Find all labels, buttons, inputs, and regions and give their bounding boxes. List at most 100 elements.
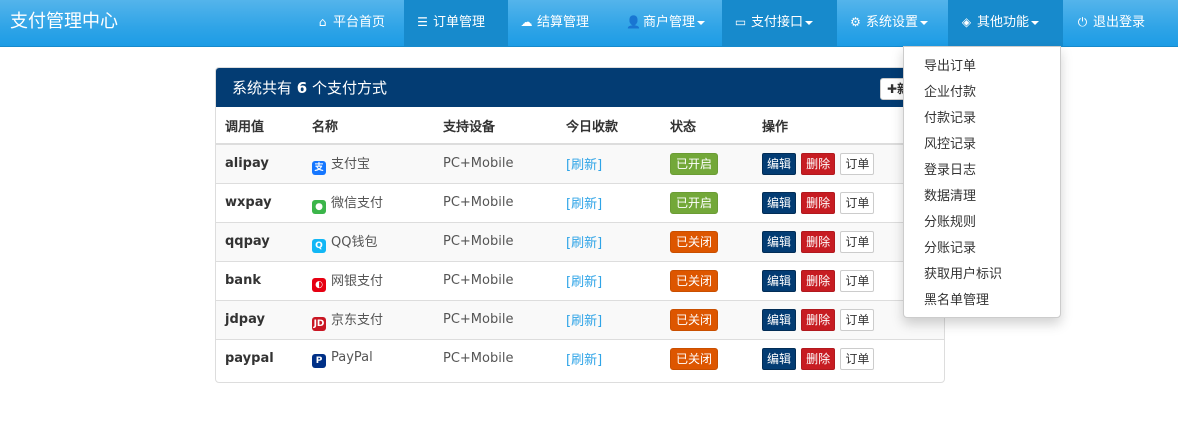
orders-button[interactable]: 订单 xyxy=(840,269,875,292)
orders-button[interactable]: 订单 xyxy=(840,152,875,175)
status-cell: 已关闭 xyxy=(661,260,753,300)
status-cell: 已开启 xyxy=(661,143,753,183)
refresh-link[interactable]: [刷新] xyxy=(566,314,602,329)
status-toggle[interactable]: 已开启 xyxy=(670,152,719,175)
payment-device: PC+Mobile xyxy=(434,182,557,222)
panel-heading: 系统共有 6 个支付方式 ✚新 xyxy=(216,68,944,107)
refresh-link[interactable]: [刷新] xyxy=(566,353,602,368)
payment-code: bank xyxy=(216,260,303,300)
payment-name: PayPal xyxy=(331,349,373,365)
table-row: jdpay JD 京东支付 PC+Mobile [刷新] 已关闭 编辑 删除 订单 xyxy=(216,299,944,339)
dropdown-item-8[interactable]: 获取用户标识 xyxy=(924,262,1002,288)
panel-title: 系统共有 6 个支付方式 xyxy=(232,68,387,108)
payment-code: jdpay xyxy=(216,299,303,339)
col-header-code: 调用值 xyxy=(216,107,303,145)
delete-button[interactable]: 删除 xyxy=(801,230,836,253)
status-toggle[interactable]: 已关闭 xyxy=(670,230,719,253)
edit-button[interactable]: 编辑 xyxy=(762,347,797,370)
nav-item-5[interactable]: ⚙ 系统设置 xyxy=(837,0,948,46)
dropdown-item-0[interactable]: 导出订单 xyxy=(924,54,976,80)
home-icon: ⌂ xyxy=(318,15,327,29)
orders-button[interactable]: 订单 xyxy=(840,230,875,253)
table-body: alipay 支支付宝 PC+Mobile [刷新] 已开启 编辑 删除 订单 wxpay ●… xyxy=(216,143,944,378)
table-row: paypal P PayPal PC+Mobile [刷新] 已关闭 编辑 删除 订单 xyxy=(216,338,944,378)
payment-device: PC+Mobile xyxy=(434,299,557,339)
nav-item-3[interactable]: 👤 商户管理 xyxy=(614,0,722,46)
jd-logo: JD xyxy=(312,316,326,331)
edit-button[interactable]: 编辑 xyxy=(762,269,797,292)
payment-name: QQ钱包 xyxy=(331,234,378,250)
list-icon: ☰ xyxy=(417,15,428,29)
edit-button[interactable]: 编辑 xyxy=(762,152,797,175)
payment-code: qqpay xyxy=(216,221,303,261)
today-income-cell: [刷新] xyxy=(557,182,661,222)
dropdown-item-1[interactable]: 企业付款 xyxy=(924,80,976,106)
edit-button[interactable]: 编辑 xyxy=(762,230,797,253)
status-cell: 已关闭 xyxy=(661,338,753,378)
delete-button[interactable]: 删除 xyxy=(801,347,836,370)
dropdown-item-5[interactable]: 数据清理 xyxy=(924,184,976,210)
refresh-link[interactable]: [刷新] xyxy=(566,197,602,212)
nav-item-7[interactable]: ⏻ 退出登录 xyxy=(1064,0,1168,46)
dropdown-item-7[interactable]: 分账记录 xyxy=(924,236,976,262)
nav-item-0[interactable]: ⌂ 平台首页 xyxy=(304,0,404,46)
cloud-icon: ☁ xyxy=(520,15,533,29)
alipay-logo: 支 xyxy=(312,160,326,175)
dropdown-item-2[interactable]: 付款记录 xyxy=(924,106,976,132)
caret-down-icon xyxy=(805,20,814,25)
credit-card-icon: ▭ xyxy=(734,15,747,29)
payment-code: paypal xyxy=(216,338,303,378)
brand-title[interactable]: 支付管理中心 xyxy=(10,0,118,46)
dropdown-item-6[interactable]: 分账规则 xyxy=(924,210,976,236)
today-income-cell: [刷新] xyxy=(557,299,661,339)
payment-device: PC+Mobile xyxy=(434,221,557,261)
nav-item-6[interactable]: ◈ 其他功能 xyxy=(948,0,1063,46)
payment-code: alipay xyxy=(216,143,303,183)
other-functions-dropdown: 导出订单 企业付款 付款记录 风控记录 登录日志 数据清理 分账规则 分账记录 获取用户标识 黑名… xyxy=(903,46,1061,318)
today-income-cell: [刷新] xyxy=(557,338,661,378)
status-toggle[interactable]: 已关闭 xyxy=(670,308,719,331)
nav-item-1[interactable]: ☰ 订单管理 xyxy=(404,0,508,46)
paypal-logo: P xyxy=(312,353,326,368)
col-header-today: 今日收款 xyxy=(557,107,661,145)
dropdown-item-4[interactable]: 登录日志 xyxy=(924,158,976,184)
status-cell: 已开启 xyxy=(661,182,753,222)
nav-item-4[interactable]: ▭ 支付接口 xyxy=(722,0,837,46)
delete-button[interactable]: 删除 xyxy=(801,269,836,292)
caret-down-icon xyxy=(920,20,929,25)
edit-button[interactable]: 编辑 xyxy=(762,308,797,331)
payment-device: PC+Mobile xyxy=(434,143,557,183)
refresh-link[interactable]: [刷新] xyxy=(566,275,602,290)
nav-label: 结算管理 xyxy=(537,15,590,30)
caret-down-icon xyxy=(697,20,706,25)
nav-label: 商户管理 xyxy=(643,15,696,30)
orders-button[interactable]: 订单 xyxy=(840,347,875,370)
today-income-cell: [刷新] xyxy=(557,221,661,261)
wechat-logo: ● xyxy=(312,199,326,214)
delete-button[interactable]: 删除 xyxy=(801,152,836,175)
power-icon: ⏻ xyxy=(1077,15,1088,29)
nav-label: 其他功能 xyxy=(977,15,1030,30)
delete-button[interactable]: 删除 xyxy=(801,191,836,214)
actions-cell: 编辑 删除 订单 xyxy=(753,338,944,378)
table-header-row: 调用值 名称 支持设备 今日收款 状态 操作 xyxy=(216,107,944,145)
orders-button[interactable]: 订单 xyxy=(840,191,875,214)
dropdown-item-3[interactable]: 风控记录 xyxy=(924,132,976,158)
status-toggle[interactable]: 已开启 xyxy=(670,191,719,214)
qq-logo: Q xyxy=(312,238,326,253)
payment-count: 6 xyxy=(296,79,308,97)
payment-methods-panel: 系统共有 6 个支付方式 ✚新 调用值 名称 支持设备 今日收款 状态 操作 a… xyxy=(215,67,945,383)
payment-methods-table: 调用值 名称 支持设备 今日收款 状态 操作 alipay 支支付宝 PC+Mobi… xyxy=(216,107,944,378)
edit-button[interactable]: 编辑 xyxy=(762,191,797,214)
status-toggle[interactable]: 已关闭 xyxy=(670,347,719,370)
refresh-link[interactable]: [刷新] xyxy=(566,236,602,251)
payment-device: PC+Mobile xyxy=(434,338,557,378)
status-toggle[interactable]: 已关闭 xyxy=(670,269,719,292)
refresh-link[interactable]: [刷新] xyxy=(566,158,602,173)
orders-button[interactable]: 订单 xyxy=(840,308,875,331)
nav-label: 退出登录 xyxy=(1093,15,1146,30)
delete-button[interactable]: 删除 xyxy=(801,308,836,331)
nav-label: 系统设置 xyxy=(866,15,919,30)
nav-item-2[interactable]: ☁ 结算管理 xyxy=(508,0,614,46)
dropdown-item-9[interactable]: 黑名单管理 xyxy=(924,288,989,314)
